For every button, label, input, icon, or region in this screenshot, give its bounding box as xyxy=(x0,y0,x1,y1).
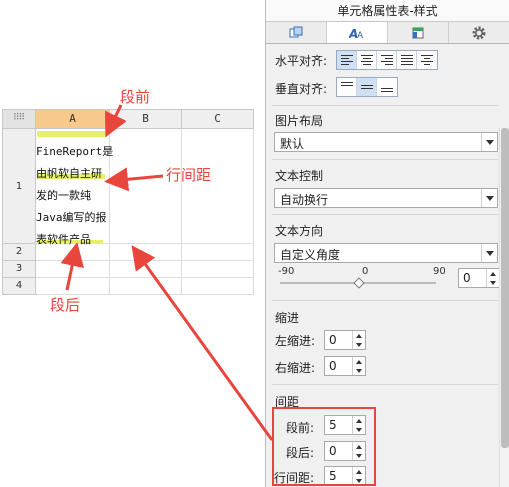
align-right-button[interactable] xyxy=(377,51,397,69)
space-before-highlight xyxy=(37,131,107,137)
v-align-buttons xyxy=(336,77,398,97)
align-middle-button[interactable] xyxy=(357,78,377,96)
cell-c4[interactable] xyxy=(182,278,254,295)
align-justify-button[interactable] xyxy=(397,51,417,69)
annotation-after: 段后 xyxy=(50,296,81,314)
separator xyxy=(272,300,498,301)
image-layout-value: 默认 xyxy=(280,137,305,151)
cell-c3[interactable] xyxy=(182,261,254,278)
decrement-icon[interactable] xyxy=(353,340,365,349)
row-header-1[interactable]: 1 xyxy=(2,129,36,244)
left-indent-value: 0 xyxy=(329,333,337,347)
cell-text-line: FineReport是 xyxy=(36,145,114,158)
cell-text-line: 表软件产品 xyxy=(36,233,91,246)
cell-a4[interactable] xyxy=(36,278,110,295)
text-control-label: 文本控制 xyxy=(275,169,324,183)
align-center-button[interactable] xyxy=(357,51,377,69)
v-align-label: 垂直对齐: xyxy=(275,82,328,96)
panel-title: 单元格属性表-样式 xyxy=(266,0,509,22)
cell-style-icon[interactable] xyxy=(266,22,327,43)
cell-c1[interactable] xyxy=(182,129,254,244)
image-layout-select[interactable]: 默认 xyxy=(274,132,498,152)
align-left-button[interactable] xyxy=(337,51,357,69)
right-indent-value: 0 xyxy=(329,359,337,373)
text-direction-select[interactable]: 自定义角度 xyxy=(274,243,498,263)
separator xyxy=(272,105,498,106)
panel-tabs: AA xyxy=(266,22,509,44)
angle-mid-label: 0 xyxy=(362,266,369,277)
decrement-icon[interactable] xyxy=(487,278,499,287)
chevron-down-icon[interactable] xyxy=(481,189,497,207)
separator xyxy=(272,159,498,160)
angle-min-label: -90 xyxy=(278,266,295,277)
column-header-a[interactable]: A xyxy=(36,109,110,129)
increment-icon[interactable] xyxy=(353,331,365,340)
indent-label: 缩进 xyxy=(275,311,300,325)
angle-stepper[interactable]: 0 xyxy=(458,268,500,288)
column-header-b[interactable]: B xyxy=(110,109,182,129)
row-header-2[interactable]: 2 xyxy=(2,244,36,261)
select-all-corner[interactable]: ⠿⠿ xyxy=(2,109,36,129)
annotation-before: 段前 xyxy=(120,88,151,106)
cell-b3[interactable] xyxy=(110,261,182,278)
svg-text:A: A xyxy=(357,31,364,40)
cell-text-line: Java编写的报 xyxy=(36,211,107,224)
angle-max-label: 90 xyxy=(433,266,446,277)
cell-b4[interactable] xyxy=(110,278,182,295)
cell-c2[interactable] xyxy=(182,244,254,261)
chevron-down-icon[interactable] xyxy=(481,244,497,262)
text-direction-value: 自定义角度 xyxy=(280,248,341,262)
increment-icon[interactable] xyxy=(353,357,365,366)
align-top-button[interactable] xyxy=(337,78,357,96)
spacing-highlight-box xyxy=(272,407,376,486)
cell-text-line: 发的一款纯 xyxy=(36,189,91,202)
left-indent-label: 左缩进: xyxy=(275,334,316,348)
chevron-down-icon[interactable] xyxy=(481,133,497,151)
spreadsheet-area: ⠿⠿ A B C 1 2 3 4 FineReport是 由帆软自主研 发的一款… xyxy=(0,0,270,487)
decrement-icon[interactable] xyxy=(353,366,365,375)
left-indent-stepper[interactable]: 0 xyxy=(324,330,366,350)
h-align-buttons xyxy=(336,50,438,70)
right-indent-stepper[interactable]: 0 xyxy=(324,356,366,376)
align-bottom-button[interactable] xyxy=(377,78,397,96)
text-direction-label: 文本方向 xyxy=(275,224,324,238)
cell-b2[interactable] xyxy=(110,244,182,261)
text-control-select[interactable]: 自动换行 xyxy=(274,188,498,208)
separator xyxy=(272,384,498,385)
panel-scrollbar[interactable] xyxy=(499,128,509,487)
cell-b1[interactable] xyxy=(110,129,182,244)
cell-text-line: 由帆软自主研 xyxy=(36,167,102,180)
font-style-icon[interactable]: AA xyxy=(327,22,388,43)
condition-icon[interactable] xyxy=(388,22,449,43)
separator xyxy=(272,214,498,215)
h-align-label: 水平对齐: xyxy=(275,54,328,68)
cell-a3[interactable] xyxy=(36,261,110,278)
annotation-line-spacing: 行间距 xyxy=(166,166,212,184)
increment-icon[interactable] xyxy=(487,269,499,278)
text-control-value: 自动换行 xyxy=(280,193,329,207)
row-header-3[interactable]: 3 xyxy=(2,261,36,278)
right-indent-label: 右缩进: xyxy=(275,361,316,375)
cell-a1-text: FineReport是 由帆软自主研 发的一款纯 Java编写的报 表软件产品 xyxy=(36,141,114,251)
align-distributed-button[interactable] xyxy=(417,51,437,69)
scrollbar-thumb[interactable] xyxy=(501,128,509,448)
column-header-c[interactable]: C xyxy=(182,109,254,129)
row-header-4[interactable]: 4 xyxy=(2,278,36,295)
image-layout-label: 图片布局 xyxy=(275,114,324,128)
angle-value: 0 xyxy=(463,271,471,285)
angle-slider-handle[interactable] xyxy=(353,277,365,289)
gear-icon[interactable] xyxy=(449,22,509,43)
